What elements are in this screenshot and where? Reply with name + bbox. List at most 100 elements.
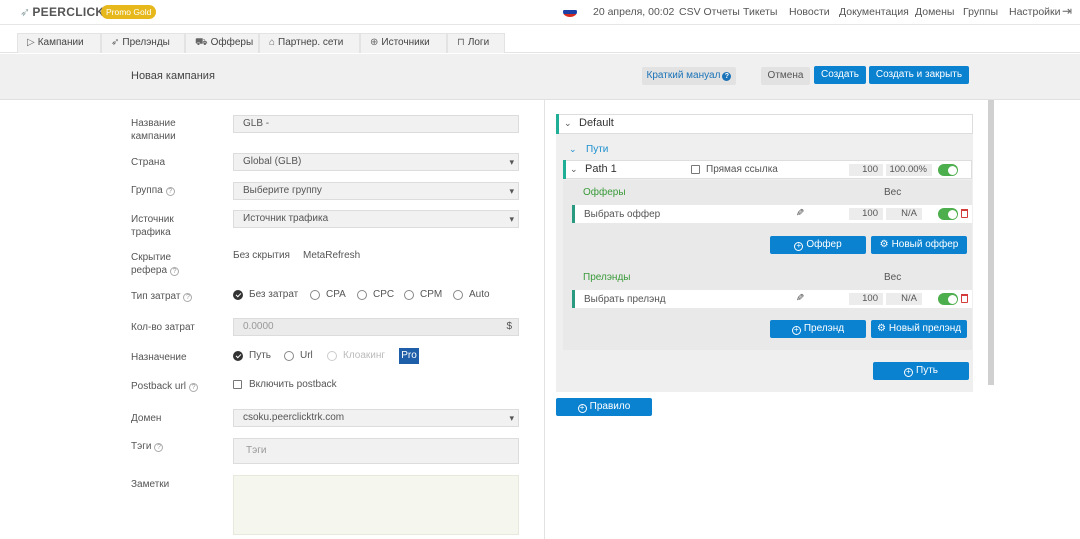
cost-type-none-label: Без затрат bbox=[249, 289, 299, 300]
add-lander-button[interactable]: + Прелэнд bbox=[770, 320, 866, 338]
nav-news[interactable]: Новости bbox=[789, 6, 830, 18]
accent-bar bbox=[572, 205, 575, 223]
paper-plane-icon: ➶ bbox=[20, 5, 31, 19]
tab-traffic-sources[interactable]: ⊕ Источники bbox=[360, 33, 447, 53]
accent-bar bbox=[556, 114, 559, 134]
cost-type-cpc-radio[interactable] bbox=[357, 290, 367, 300]
campaign-name-input[interactable]: GLB - bbox=[233, 115, 519, 133]
page-title: Новая кампания bbox=[131, 70, 215, 82]
promo-badge: Promo Gold bbox=[101, 5, 157, 19]
pencil-icon[interactable]: ✎ bbox=[796, 293, 804, 304]
nav-groups[interactable]: Группы bbox=[963, 6, 998, 18]
offer-toggle[interactable] bbox=[938, 208, 958, 220]
tab-landers[interactable]: ➶ Прелэнды bbox=[101, 33, 185, 53]
page-header: Новая кампания Краткий мануал? Отмена Со… bbox=[0, 54, 1080, 100]
add-offer-button[interactable]: + Оффер bbox=[770, 236, 866, 254]
lander-toggle[interactable] bbox=[938, 293, 958, 305]
help-icon[interactable]: ? bbox=[154, 443, 164, 452]
tab-campaigns[interactable]: ▷ Кампании bbox=[17, 33, 101, 53]
logout-icon[interactable]: ⇥ bbox=[1062, 4, 1072, 18]
trash-icon[interactable] bbox=[961, 209, 968, 218]
add-path-button[interactable]: + Путь bbox=[873, 362, 969, 380]
plus-circle-icon: + bbox=[904, 368, 913, 377]
flag-icon[interactable] bbox=[563, 7, 577, 17]
cost-type-cpa-radio[interactable] bbox=[310, 290, 320, 300]
group-label: Группа? bbox=[131, 184, 175, 197]
cost-amount-input[interactable]: 0.0000 $ bbox=[233, 318, 519, 336]
tab-affiliate-networks[interactable]: ⌂ Партнер. сети bbox=[259, 33, 360, 53]
cost-amount-label: Кол-во затрат bbox=[131, 322, 195, 333]
cost-type-cpa-label: CPA bbox=[326, 289, 346, 300]
currency-symbol: $ bbox=[506, 321, 512, 332]
landers-label: Прелэнды bbox=[583, 272, 631, 283]
new-offer-button[interactable]: ⚙ Новый оффер bbox=[871, 236, 967, 254]
help-icon[interactable]: ? bbox=[189, 383, 199, 392]
tags-label: Тэги? bbox=[131, 440, 164, 453]
default-flow-header[interactable] bbox=[556, 114, 973, 134]
destination-cloaking-label: Клоакинг bbox=[343, 350, 386, 361]
lock-icon: ⊓ bbox=[457, 37, 465, 48]
nav-settings[interactable]: Настройки bbox=[1009, 6, 1061, 18]
pencil-icon[interactable]: ✎ bbox=[796, 208, 804, 219]
tab-logs[interactable]: ⊓ Логи bbox=[447, 33, 505, 53]
traffic-source-label: Источник трафика bbox=[131, 214, 174, 238]
traffic-source-select[interactable]: Источник трафика bbox=[233, 210, 519, 228]
notes-textarea[interactable] bbox=[233, 475, 519, 535]
accent-bar bbox=[563, 160, 566, 179]
chevron-down-icon[interactable]: ⌄ bbox=[564, 118, 572, 129]
lander-weight[interactable]: 100 bbox=[849, 293, 883, 305]
referer-option-none[interactable]: Без скрытия bbox=[233, 250, 290, 261]
gear-icon: ⚙ bbox=[879, 239, 889, 250]
group-select[interactable]: Выберите группу bbox=[233, 182, 519, 200]
help-icon[interactable]: ? bbox=[165, 187, 175, 196]
plus-circle-icon: + bbox=[791, 326, 801, 335]
postback-checkbox[interactable] bbox=[233, 380, 242, 389]
referer-hiding-label: Скрытие рефера? bbox=[131, 251, 191, 277]
country-select[interactable]: Global (GLB) bbox=[233, 153, 519, 171]
manual-button[interactable]: Краткий мануал? bbox=[642, 67, 736, 85]
lander-select[interactable]: Выбрать прелэнд bbox=[584, 294, 666, 305]
cost-type-auto-radio[interactable] bbox=[453, 290, 463, 300]
domain-select[interactable]: csoku.peerclicktrk.com bbox=[233, 409, 519, 427]
trash-icon[interactable] bbox=[961, 294, 968, 303]
tags-input[interactable]: Тэги bbox=[233, 438, 519, 464]
scrollbar[interactable] bbox=[988, 100, 994, 385]
tab-offers[interactable]: ⛟ Офферы bbox=[185, 33, 259, 53]
nav-tickets[interactable]: Тикеты bbox=[743, 6, 777, 18]
postback-label: Postback url? bbox=[131, 380, 199, 393]
destination-url-label: Url bbox=[300, 350, 313, 361]
path-share: 100.00% bbox=[886, 164, 932, 176]
cost-type-label: Тип затрат? bbox=[131, 290, 193, 303]
chevron-down-icon[interactable]: ⌄ bbox=[570, 164, 578, 175]
nav-domains[interactable]: Домены bbox=[915, 6, 954, 18]
destination-path-radio[interactable] bbox=[233, 351, 243, 361]
offer-select[interactable]: Выбрать оффер bbox=[584, 209, 660, 220]
default-flow-label: Default bbox=[579, 117, 614, 129]
chevron-down-icon[interactable]: ⌄ bbox=[569, 144, 577, 155]
plus-circle-icon: + bbox=[577, 404, 587, 413]
cart-icon: ⛟ bbox=[195, 37, 208, 48]
help-icon[interactable]: ? bbox=[183, 293, 193, 302]
path-toggle[interactable] bbox=[938, 164, 958, 176]
flag-stripe bbox=[563, 13, 577, 17]
cost-type-cpm-radio[interactable] bbox=[404, 290, 414, 300]
path-weight[interactable]: 100 bbox=[849, 164, 883, 176]
crosshair-icon: ⊕ bbox=[370, 37, 379, 48]
cancel-button[interactable]: Отмена bbox=[761, 67, 810, 85]
direct-link-checkbox[interactable] bbox=[691, 165, 700, 174]
offer-weight[interactable]: 100 bbox=[849, 208, 883, 220]
destination-label: Назначение bbox=[131, 352, 187, 363]
add-rule-button[interactable]: + Правило bbox=[556, 398, 652, 416]
logo[interactable]: ➶ PEERCLICK bbox=[20, 5, 104, 19]
referer-option-metarefresh[interactable]: MetaRefresh bbox=[303, 250, 360, 261]
help-icon[interactable]: ? bbox=[170, 267, 180, 276]
home-icon: ⌂ bbox=[269, 37, 276, 48]
nav-csv-reports[interactable]: CSV Отчеты bbox=[679, 6, 740, 18]
destination-url-radio[interactable] bbox=[284, 351, 294, 361]
nav-docs[interactable]: Документация bbox=[839, 6, 909, 18]
new-lander-button[interactable]: ⚙ Новый прелэнд bbox=[871, 320, 967, 338]
cost-type-none-radio[interactable] bbox=[233, 290, 243, 300]
create-button[interactable]: Создать bbox=[814, 66, 866, 84]
create-and-close-button[interactable]: Создать и закрыть bbox=[869, 66, 969, 84]
destination-path-label: Путь bbox=[249, 350, 271, 361]
